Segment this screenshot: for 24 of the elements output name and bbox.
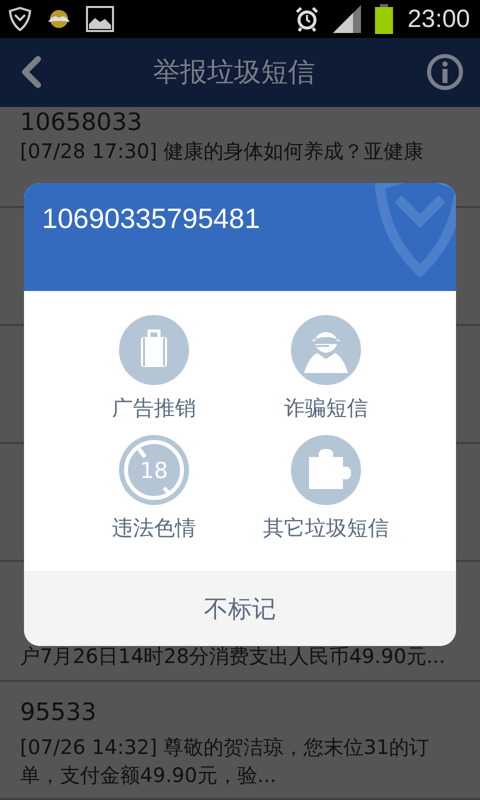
message-preview: [07/28 17:30] 健康的身体如何养成？亚健康 <box>20 138 425 165</box>
category-option[interactable]: 其它垃圾短信 <box>240 435 412 543</box>
sender-number: 95533 <box>20 696 96 727</box>
shield-icon <box>8 7 32 31</box>
spy-icon <box>291 315 361 385</box>
category-option[interactable]: 18 违法色情 <box>68 435 240 543</box>
image-icon <box>86 6 114 32</box>
signal-icon <box>333 5 362 33</box>
info-icon[interactable] <box>426 53 464 92</box>
back-icon[interactable] <box>20 56 42 88</box>
phone-number: 10690335795481 <box>42 203 262 235</box>
category-option[interactable]: 广告推销 <box>68 315 240 423</box>
alarm-clock-icon <box>295 6 320 32</box>
age-number: 18 <box>140 459 168 484</box>
dismiss-button[interactable]: 不标记 <box>24 571 456 646</box>
puzzle-icon <box>291 435 361 505</box>
bird-icon <box>46 7 72 31</box>
screen-title: 举报垃圾短信 <box>152 56 316 90</box>
clock-time: 23:00 <box>407 4 470 35</box>
category-option[interactable]: 诈骗短信 <box>240 315 412 423</box>
message-preview: [07/26 14:32] 尊敬的贺洁琼，您末位31的订单，支付金额49.90元，验... <box>20 734 430 789</box>
battery-icon <box>375 4 394 34</box>
sender-number: 10658033 <box>20 106 142 137</box>
suitcase-icon <box>119 315 189 385</box>
